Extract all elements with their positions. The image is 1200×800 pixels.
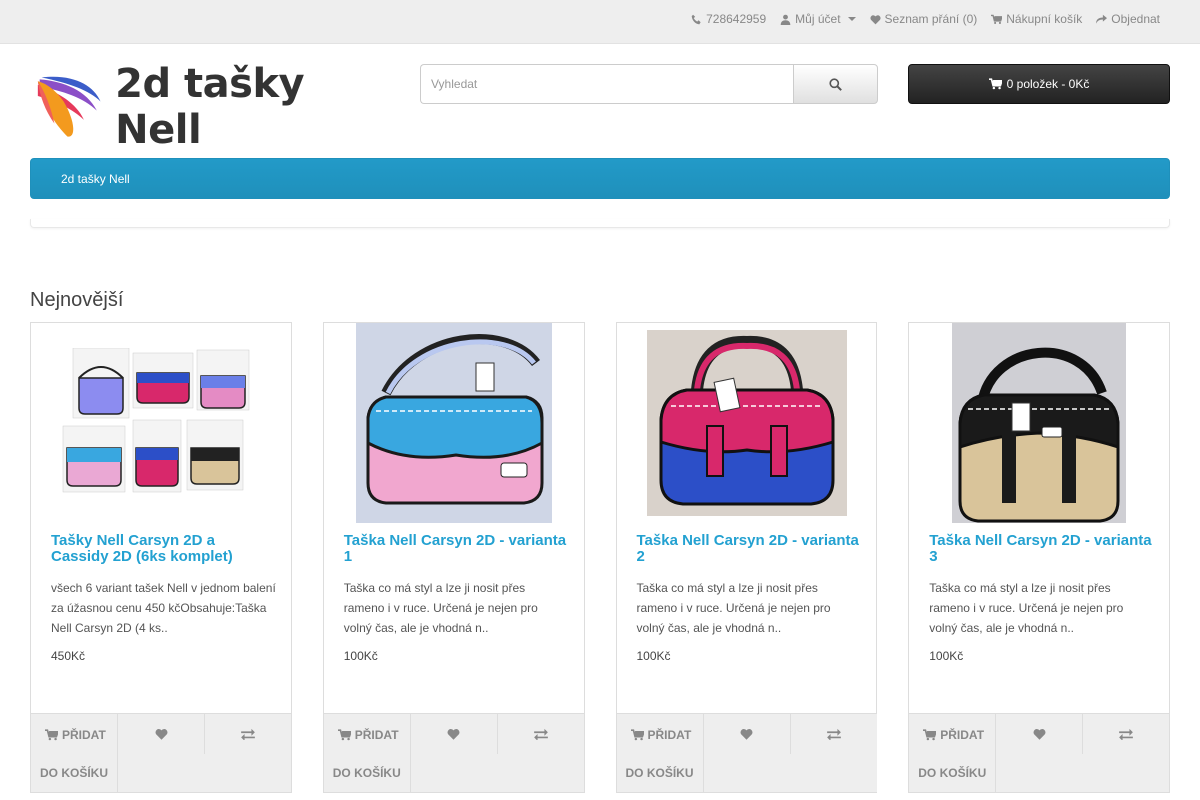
checkout-link[interactable]: Objednat — [1096, 12, 1160, 26]
product-grid: Tašky Nell Carsyn 2D a Cassidy 2D (6ks k… — [30, 322, 1170, 793]
logo-text: 2d tašky Nell — [115, 61, 305, 153]
account-dropdown[interactable]: Můj účet — [780, 12, 856, 26]
phone-link[interactable]: 728642959 — [691, 12, 766, 26]
heart-icon — [869, 14, 881, 25]
account-label: Můj účet — [795, 12, 841, 26]
product-title-link[interactable]: Taška Nell Carsyn 2D - varianta 2 — [637, 533, 862, 565]
cart-summary-button[interactable]: 0 položek - 0Kč — [908, 64, 1170, 104]
menu-item-category[interactable]: 2d tašky Nell — [61, 172, 130, 186]
add-to-cart-button[interactable]: PŘIDAT DO KOŠÍKU — [31, 714, 118, 793]
add-to-cart-button[interactable]: PŘIDAT DO KOŠÍKU — [617, 714, 704, 793]
add-to-wishlist-button[interactable] — [411, 714, 498, 754]
product-image[interactable] — [31, 323, 291, 523]
product-image-bag-black-beige — [952, 323, 1127, 523]
product-image-bag-magenta-blue — [646, 330, 847, 516]
exchange-icon — [533, 728, 548, 740]
product-price: 100Kč — [636, 649, 671, 663]
content-divider — [30, 219, 1170, 228]
add-to-cart-line2: DO KOŠÍKU — [332, 766, 401, 780]
product-button-group: PŘIDAT DO KOŠÍKU — [323, 713, 584, 793]
exchange-icon — [826, 728, 841, 740]
product-price: 100Kč — [929, 649, 964, 663]
phone-icon — [691, 14, 702, 25]
chevron-down-icon — [847, 17, 856, 21]
product-description: všech 6 variant tašek Nell v jednom bale… — [51, 581, 276, 635]
exchange-icon — [1119, 728, 1134, 740]
add-to-cart-label: PŘIDAT — [337, 728, 399, 742]
product-price: 450Kč — [51, 649, 86, 663]
product-card: Taška Nell Carsyn 2D - varianta 1 Taška … — [322, 322, 585, 793]
add-to-cart-line1: PŘIDAT — [62, 728, 106, 742]
cart-summary-text: 0 položek - 0Kč — [1006, 77, 1090, 91]
add-to-wishlist-button[interactable] — [704, 714, 791, 754]
add-to-cart-line1: PŘIDAT — [647, 728, 692, 742]
phone-number: 728642959 — [706, 12, 767, 26]
product-button-group: PŘIDAT DO KOŠÍKU — [31, 713, 291, 793]
add-to-cart-line2: DO KOŠÍKU — [40, 766, 109, 780]
compare-button[interactable] — [1083, 714, 1169, 754]
product-image[interactable] — [909, 323, 1169, 523]
product-price: 100Kč — [343, 649, 378, 663]
search-icon — [829, 77, 842, 91]
cart-icon — [923, 729, 937, 741]
search-input[interactable] — [420, 64, 793, 104]
add-to-cart-line1: PŘIDAT — [354, 728, 399, 742]
cart-icon — [988, 78, 1002, 90]
cart-icon — [337, 729, 351, 741]
add-to-cart-button[interactable]: PŘIDAT DO KOŠÍKU — [909, 714, 997, 793]
add-to-cart-label: PŘIDAT — [923, 728, 984, 742]
add-to-wishlist-button[interactable] — [996, 714, 1084, 754]
cart-label: Nákupní košík — [1006, 12, 1083, 26]
logo-mark-icon — [37, 76, 101, 137]
product-image-bag-set — [62, 348, 250, 493]
compare-button[interactable] — [498, 714, 584, 754]
product-image[interactable] — [324, 323, 584, 523]
product-card: Taška Nell Carsyn 2D - varianta 3 Taška … — [908, 322, 1170, 793]
heart-icon — [155, 729, 167, 740]
exchange-icon — [241, 728, 255, 740]
add-to-cart-label: PŘIDAT — [630, 728, 692, 742]
product-image[interactable] — [617, 323, 877, 523]
add-to-cart-line2: DO KOŠÍKU — [918, 766, 987, 780]
compare-button[interactable] — [205, 714, 291, 754]
product-card: Tašky Nell Carsyn 2D a Cassidy 2D (6ks k… — [30, 322, 292, 793]
add-to-cart-label: PŘIDAT — [45, 728, 106, 742]
cart-icon — [991, 14, 1003, 25]
checkout-label: Objednat — [1111, 12, 1160, 26]
product-description: Taška co má styl a lze ji nosit přes ram… — [636, 581, 831, 635]
cart-icon — [630, 729, 644, 741]
product-description: Taška co má styl a lze ji nosit přes ram… — [343, 581, 538, 635]
product-title-link[interactable]: Taška Nell Carsyn 2D - varianta 3 — [929, 533, 1154, 565]
heart-icon — [1033, 729, 1046, 740]
cart-icon — [45, 729, 58, 741]
shopping-cart-link[interactable]: Nákupní košík — [991, 12, 1082, 26]
user-icon — [780, 14, 791, 25]
wishlist-link[interactable]: Seznam přání (0) — [869, 12, 978, 26]
add-to-cart-button[interactable]: PŘIDAT DO KOŠÍKU — [324, 714, 411, 793]
product-button-group: PŘIDAT DO KOŠÍKU — [909, 713, 1170, 793]
add-to-wishlist-button[interactable] — [118, 714, 205, 754]
compare-button[interactable] — [791, 714, 877, 754]
product-title-link[interactable]: Taška Nell Carsyn 2D - varianta 1 — [344, 533, 569, 565]
top-bar: 728642959 Můj účet Seznam přání (0) Náku… — [0, 0, 1200, 44]
product-image-bag-pink-blue — [355, 323, 552, 523]
top-nav: 728642959 Můj účet Seznam přání (0) Náku… — [691, 12, 1160, 26]
search-button[interactable] — [793, 64, 878, 104]
product-button-group: PŘIDAT DO KOŠÍKU — [616, 713, 877, 793]
product-title-link[interactable]: Tašky Nell Carsyn 2D a Cassidy 2D (6ks k… — [51, 533, 276, 565]
main-menu: 2d tašky Nell — [30, 158, 1170, 199]
heart-icon — [447, 729, 460, 740]
store-logo[interactable]: 2d tašky Nell — [36, 61, 381, 153]
product-description: Taška co má styl a lze ji nosit přes ram… — [929, 581, 1124, 635]
product-card: Taška Nell Carsyn 2D - varianta 2 Taška … — [615, 322, 878, 793]
heart-icon — [740, 729, 753, 740]
share-icon — [1096, 14, 1108, 25]
add-to-cart-line1: PŘIDAT — [940, 728, 985, 742]
add-to-cart-line2: DO KOŠÍKU — [625, 766, 694, 780]
wishlist-label: Seznam přání (0) — [884, 12, 978, 26]
search-bar — [420, 64, 878, 104]
section-title: Nejnovější — [30, 289, 124, 311]
